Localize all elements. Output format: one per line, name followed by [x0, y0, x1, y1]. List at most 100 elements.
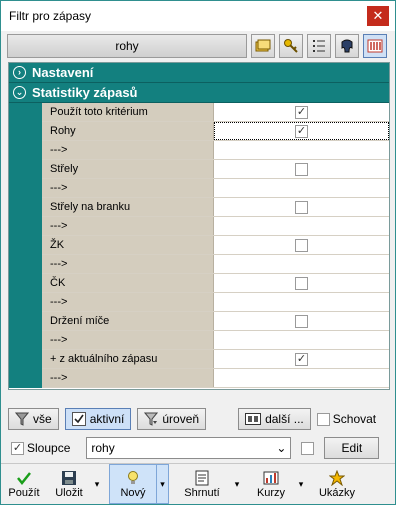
check-icon: [16, 469, 32, 487]
columns-checkbox[interactable]: ✓ Sloupce: [11, 441, 70, 455]
criteria-row[interactable]: --->: [42, 293, 389, 312]
level-button[interactable]: úroveň: [137, 408, 207, 430]
criteria-row[interactable]: + z aktuálního zápasu ✓: [42, 350, 389, 369]
criteria-row[interactable]: --->: [42, 141, 389, 160]
criteria-label: --->: [42, 141, 214, 159]
criteria-value: [214, 198, 389, 216]
criteria-label: --->: [42, 255, 214, 273]
criteria-label: Střely na branku: [42, 198, 214, 216]
filter-window: Filtr pro zápasy ✕ rohy › Nastavení ⌄ St…: [0, 0, 396, 505]
save-button[interactable]: Uložit: [47, 464, 91, 504]
toolbar: rohy: [7, 33, 390, 59]
criteria-row[interactable]: --->: [42, 369, 389, 388]
funnel-icon: [15, 412, 29, 426]
criteria-label: --->: [42, 331, 214, 349]
criteria-value: [214, 141, 389, 159]
hide-checkbox-label: Schovat: [332, 412, 377, 426]
folder-icon: [255, 39, 271, 52]
criteria-row[interactable]: Střely na branku: [42, 198, 389, 217]
criteria-row[interactable]: ČK: [42, 274, 389, 293]
criteria-checkbox[interactable]: ✓: [295, 124, 308, 138]
key-button[interactable]: [279, 34, 303, 58]
save-button-label: Uložit: [55, 487, 83, 499]
summary-icon: [194, 469, 210, 487]
criteria-rows: Použít toto kritérium ✓ Rohy ✓ ---> Střely ---…: [9, 103, 389, 388]
criteria-label: Rohy: [42, 122, 214, 140]
chevron-down-icon: ⌄: [276, 441, 287, 455]
courses-dropdown[interactable]: ▾: [295, 464, 307, 504]
courses-button-label: Kurzy: [256, 487, 286, 499]
columns-extra-checkbox[interactable]: [301, 441, 315, 455]
criteria-checkbox[interactable]: [295, 314, 308, 328]
criteria-value: [214, 331, 389, 349]
examples-button[interactable]: Ukázky: [311, 464, 363, 504]
courses-button[interactable]: Kurzy: [247, 464, 295, 504]
active-button-label: aktivní: [89, 412, 125, 426]
criteria-checkbox[interactable]: ✓: [295, 352, 308, 366]
more-button-label: další ...: [265, 412, 304, 426]
active-button[interactable]: aktivní: [64, 408, 132, 430]
close-button[interactable]: ✕: [367, 6, 389, 26]
columns-select[interactable]: rohy ⌄: [86, 437, 292, 459]
criteria-checkbox[interactable]: [295, 276, 308, 290]
criteria-checkbox[interactable]: ✓: [295, 105, 308, 119]
criteria-value: [214, 179, 389, 197]
criteria-value: ✓: [214, 122, 389, 140]
section-statistiky[interactable]: ⌄ Statistiky zápasů: [9, 83, 389, 103]
courses-icon: [263, 469, 279, 487]
checkmark-icon: [71, 412, 86, 426]
criteria-label: --->: [42, 217, 214, 235]
summary-button[interactable]: Shrnutí: [173, 464, 231, 504]
criteria-row[interactable]: Střely: [42, 160, 389, 179]
collapse-icon: ⌄: [13, 86, 26, 99]
more-button[interactable]: další ...: [238, 408, 311, 430]
criteria-value: [214, 369, 389, 387]
criteria-row[interactable]: --->: [42, 179, 389, 198]
columns-icon: [245, 413, 262, 425]
list-button[interactable]: [307, 34, 331, 58]
criteria-checkbox[interactable]: [295, 200, 308, 214]
criteria-row[interactable]: --->: [42, 217, 389, 236]
expand-icon: ›: [13, 66, 26, 79]
criteria-row[interactable]: ŽK: [42, 236, 389, 255]
folder-button[interactable]: [251, 34, 275, 58]
title-bar: Filtr pro zápasy ✕: [1, 1, 395, 31]
criteria-checkbox[interactable]: [295, 238, 308, 252]
section-nastaveni[interactable]: › Nastavení: [9, 63, 389, 83]
use-button[interactable]: Použít: [1, 464, 47, 504]
edit-button[interactable]: Edit: [324, 437, 380, 459]
summary-dropdown[interactable]: ▾: [231, 464, 243, 504]
criteria-value: [214, 274, 389, 292]
criteria-row[interactable]: Použít toto kritérium ✓: [42, 103, 389, 122]
new-dropdown[interactable]: ▾: [157, 464, 169, 504]
filter-name-button[interactable]: rohy: [7, 34, 247, 58]
criteria-grid: Použít toto kritérium ✓ Rohy ✓ ---> Střely ---…: [42, 103, 389, 388]
criteria-value: [214, 312, 389, 330]
criteria-row[interactable]: --->: [42, 255, 389, 274]
criteria-label: --->: [42, 369, 214, 387]
criteria-label: --->: [42, 293, 214, 311]
section-gutter: [9, 103, 42, 388]
columns-checkbox-box[interactable]: ✓: [11, 441, 24, 455]
hide-checkbox-box[interactable]: [316, 412, 330, 426]
hide-checkbox[interactable]: Schovat: [316, 412, 377, 426]
bars-button[interactable]: [363, 34, 387, 58]
criteria-value: ✓: [214, 350, 389, 368]
section-nastaveni-label: Nastavení: [32, 65, 94, 80]
criteria-row[interactable]: Držení míče: [42, 312, 389, 331]
criteria-label: Střely: [42, 160, 214, 178]
save-dropdown[interactable]: ▾: [91, 464, 103, 504]
all-button[interactable]: vše: [8, 408, 59, 430]
criteria-panel: › Nastavení ⌄ Statistiky zápasů Použít t…: [8, 62, 390, 390]
criteria-checkbox[interactable]: [295, 162, 308, 176]
section-statistiky-label: Statistiky zápasů: [32, 85, 138, 100]
examples-icon: [329, 469, 345, 487]
new-button[interactable]: Nový: [109, 464, 157, 504]
criteria-row[interactable]: --->: [42, 331, 389, 350]
criteria-value: ✓: [214, 103, 389, 121]
criteria-row[interactable]: Rohy ✓: [42, 122, 389, 141]
lightbulb-icon: [125, 469, 141, 487]
shape-button[interactable]: [335, 34, 359, 58]
columns-checkbox-label: Sloupce: [27, 441, 71, 455]
criteria-label: Použít toto kritérium: [42, 103, 214, 121]
